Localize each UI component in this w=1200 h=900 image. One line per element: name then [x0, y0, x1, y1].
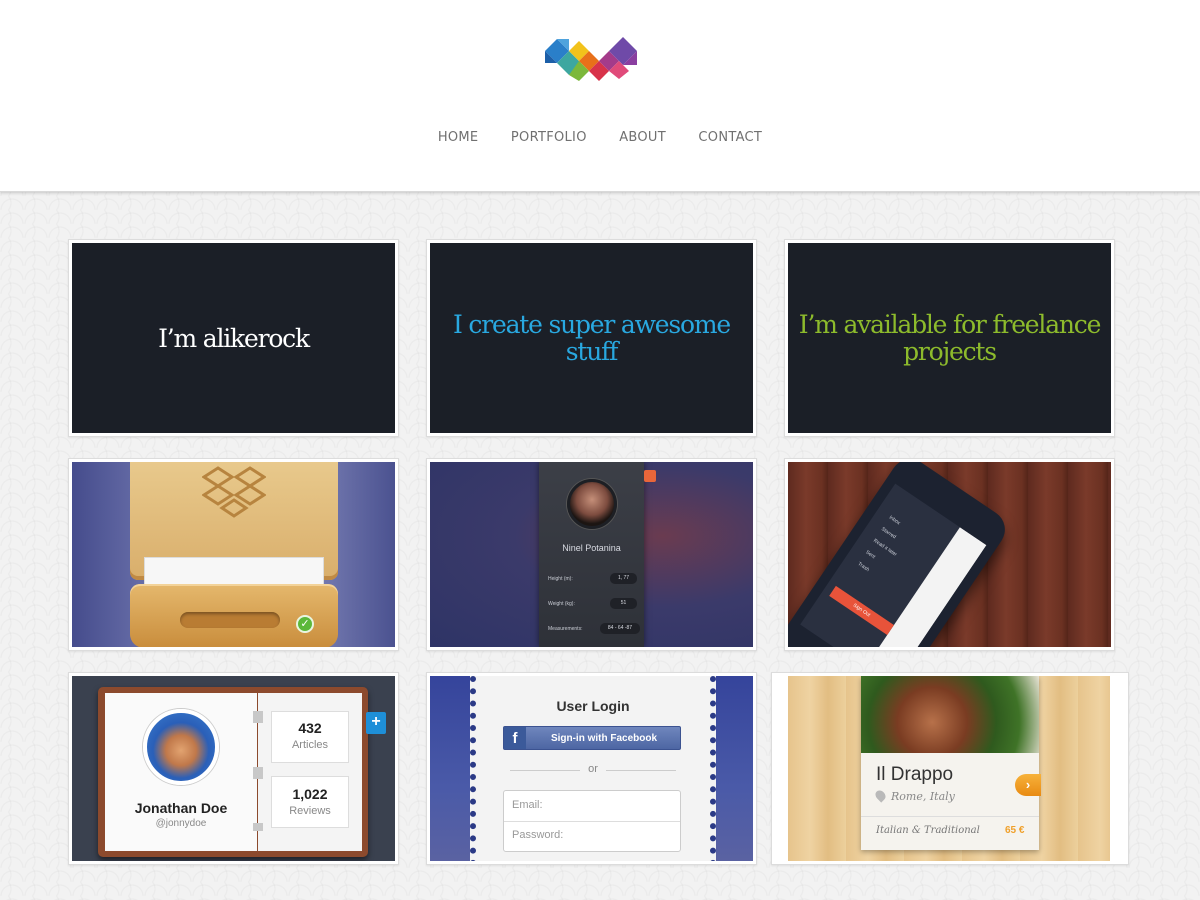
restaurant-name: Il Drappo [876, 764, 954, 785]
profile-row-value-weight: 51 [610, 598, 637, 609]
articles-box [271, 711, 349, 763]
profile-row-label-weight: Weight (kg): [548, 601, 575, 607]
intro-text-name: I’m alikerock [158, 323, 310, 353]
next-arrow-button: › [1015, 774, 1041, 796]
site-header: HOME PORTFOLIO ABOUT CONTACT [0, 0, 1200, 192]
login-field-divider [504, 821, 680, 822]
reviews-count: 1,022 [292, 786, 328, 802]
profile-row-label-measurements: Measurements: [548, 626, 583, 632]
profile-row-value-measurements: 84 - 64 -87 [600, 623, 640, 634]
phone-menu-trash: Trash [856, 561, 871, 574]
restaurant-location: Rome, Italy [891, 790, 955, 803]
portfolio-tile-dropbox[interactable]: ✓ [68, 458, 399, 651]
card-divider [861, 816, 1039, 817]
restaurant-category: Italian & Traditional [876, 825, 980, 836]
phone-device: Inbox Starred Read it later Sent Trash S… [788, 462, 1013, 647]
jonathan-avatar [143, 709, 219, 785]
divider-right [606, 770, 676, 771]
reviews-label: Reviews [289, 805, 331, 817]
facebook-button: f Sign-in with Facebook [503, 726, 681, 750]
phone-menu-sent: Sent [864, 549, 877, 561]
reviews-box [271, 776, 349, 828]
intro-tile-name[interactable]: I’m alikerock [68, 239, 399, 437]
portfolio-tile-restaurant[interactable]: Il Drappo Rome, Italy › Italian & Tradit… [771, 672, 1129, 865]
articles-count: 432 [298, 720, 322, 736]
divider-left [510, 770, 580, 771]
restaurant-photo [861, 676, 1039, 753]
phone-menu-starred: Starred [880, 526, 897, 541]
restaurant-price: 65 € [1005, 825, 1025, 836]
intro-text-create: I create super awesome stuff [453, 310, 731, 366]
rss-icon [644, 470, 656, 482]
intro-text-freelance: I’m available for freelance projects [798, 310, 1102, 366]
password-field: Password: [512, 829, 564, 841]
main-nav: HOME PORTFOLIO ABOUT CONTACT [0, 128, 1200, 146]
portfolio-tile-book[interactable]: Jonathan Doe @jonnydoe 432 Articles 1,02… [68, 672, 399, 865]
articles-label: Articles [291, 739, 329, 751]
portfolio-tile-login[interactable]: User Login f Sign-in with Facebook or Em… [426, 672, 757, 865]
jonathan-handle: @jonnydoe [155, 818, 207, 829]
nav-about[interactable]: ABOUT [619, 130, 666, 145]
profile-name: Ninel Potanina [562, 543, 621, 553]
drawer-handle [180, 612, 280, 628]
portfolio-tile-phone[interactable]: Inbox Starred Read it later Sent Trash S… [784, 458, 1115, 651]
nav-contact[interactable]: CONTACT [698, 130, 762, 145]
nav-portfolio[interactable]: PORTFOLIO [511, 130, 587, 145]
phone-sign-out-button: Sign Out [829, 585, 894, 635]
portfolio-tile-profile[interactable]: Ninel Potanina Height (m): 1, 77 Weight … [426, 458, 757, 651]
email-field: Email: [512, 799, 543, 811]
site-logo[interactable] [545, 35, 637, 81]
phone-menu-inbox: Inbox [887, 514, 902, 527]
facebook-button-label: Sign-in with Facebook [550, 733, 658, 744]
profile-row-value-height: 1, 77 [610, 573, 637, 584]
nav-home[interactable]: HOME [438, 130, 479, 145]
facebook-icon: f [504, 727, 526, 749]
dropbox-icon [202, 466, 266, 518]
intro-tile-freelance[interactable]: I’m available for freelance projects [784, 239, 1115, 437]
plus-ribbon-icon: + [366, 712, 386, 734]
jonathan-name: Jonathan Doe [134, 800, 228, 816]
login-title: User Login [556, 698, 630, 714]
phone-screen: Inbox Starred Read it later Sent Trash S… [800, 483, 987, 647]
login-or: or [588, 763, 598, 775]
intro-tile-create[interactable]: I create super awesome stuff [426, 239, 757, 437]
check-icon: ✓ [296, 615, 314, 633]
profile-row-label-height: Height (m): [548, 576, 573, 582]
profile-avatar [567, 479, 617, 529]
